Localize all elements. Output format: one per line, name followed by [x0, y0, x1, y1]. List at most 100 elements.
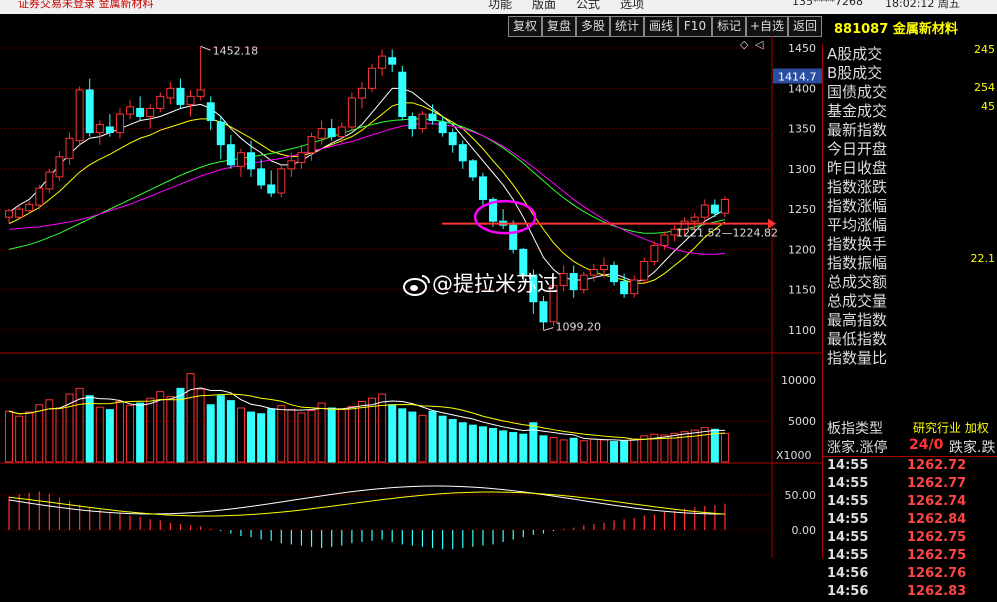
high-pointer	[200, 45, 211, 51]
draw-line-button[interactable]: 画线	[644, 16, 678, 37]
candle-body	[458, 144, 467, 162]
volume-bar	[700, 427, 709, 463]
candle-body	[700, 204, 709, 218]
candle-body	[236, 152, 245, 167]
candle-body	[115, 113, 124, 134]
tick-row: 14:55 1262.77	[827, 476, 997, 494]
candle-body	[206, 102, 215, 122]
volume-axis-label: 10000	[781, 374, 816, 387]
price-axis-label: 1200	[788, 243, 816, 256]
candle-body	[660, 234, 669, 246]
decline-label: 跌家.跌	[949, 440, 996, 456]
diamond-icon: ◇	[740, 38, 749, 51]
candle-body	[559, 273, 568, 287]
volume-bar	[317, 402, 326, 463]
volume-bar	[126, 405, 135, 463]
candle-body	[388, 57, 397, 65]
candle-body	[579, 274, 588, 291]
stat-label: 指数涨跌	[827, 178, 888, 196]
candle-body	[196, 89, 205, 97]
stat-row: 指数量比	[827, 347, 997, 367]
price-axis-label: 1250	[788, 203, 816, 216]
menu-function[interactable]: 功能	[488, 0, 512, 12]
volume-bar	[307, 409, 316, 463]
volume-bar	[35, 404, 44, 463]
candle-body	[317, 128, 326, 139]
candle-body	[5, 210, 14, 218]
candle-body	[156, 95, 165, 109]
stat-row: 指数换手	[827, 233, 997, 253]
candle-body	[347, 97, 356, 128]
candle-body	[720, 198, 729, 214]
tick-time: 14:55	[827, 548, 869, 563]
sector-type[interactable]: 研究行业 加权	[913, 419, 989, 436]
candle-body	[287, 160, 296, 170]
candle-body	[438, 121, 447, 134]
volume-bar	[166, 396, 175, 463]
candle-body	[136, 107, 145, 118]
stat-label: 指数量比	[827, 349, 888, 367]
candle-body	[95, 124, 104, 134]
volume-bar	[95, 406, 104, 463]
stat-row: 最高指数	[827, 309, 997, 329]
candle-body	[408, 116, 417, 130]
candle-body	[599, 264, 608, 271]
volume-bar	[206, 404, 215, 463]
f10-button[interactable]: F10	[678, 16, 712, 37]
back-button[interactable]: 返回	[788, 16, 822, 37]
macd-dea-line	[8, 491, 725, 517]
volume-bar	[186, 373, 195, 463]
candle-body	[468, 160, 477, 178]
volume-bar	[610, 441, 619, 463]
tick-time: 14:55	[827, 530, 869, 545]
menu-formula[interactable]: 公式	[576, 0, 600, 12]
volume-bar	[55, 407, 64, 463]
volume-bar	[216, 395, 225, 463]
volume-bar	[499, 430, 508, 463]
volume-bar	[277, 405, 286, 463]
stat-value: 254	[974, 81, 995, 94]
tick-row: 14:56 1262.76	[827, 566, 997, 584]
candle-body	[166, 87, 175, 99]
multi-stock-button[interactable]: 多股	[576, 16, 610, 37]
volume-bar	[458, 422, 467, 463]
tick-time: 14:55	[827, 476, 869, 491]
candle-body	[378, 55, 387, 69]
statistics-button[interactable]: 统计	[610, 16, 644, 37]
volume-bar	[236, 407, 245, 463]
add-watchlist-button[interactable]: +自选	[746, 16, 788, 37]
candle-body	[569, 273, 578, 291]
volume-bar	[569, 437, 578, 463]
candle-body	[478, 176, 487, 200]
low-label: 1099.20	[555, 321, 601, 334]
candle-body	[45, 171, 54, 190]
volume-bar	[226, 400, 235, 463]
stat-row: 最低指数	[827, 328, 997, 348]
candle-body	[398, 71, 407, 118]
advance-value: 24/0	[909, 437, 944, 453]
stat-row: 指数涨幅	[827, 195, 997, 215]
menu-layout[interactable]: 版面	[532, 0, 556, 12]
mark-button[interactable]: 标记	[712, 16, 746, 37]
volume-bar	[136, 402, 145, 463]
tick-row: 14:55 1262.74	[827, 494, 997, 512]
volume-bar	[418, 414, 427, 463]
candle-body	[509, 224, 518, 250]
volume-bar	[630, 438, 639, 463]
restore-rights-button[interactable]: 复权	[508, 16, 542, 37]
candle-body	[418, 113, 427, 130]
collapse-icon: ◁	[755, 38, 764, 51]
tick-time: 14:56	[827, 566, 869, 581]
candle-body	[610, 264, 619, 283]
candle-body	[539, 301, 548, 323]
info-panel: A股成交 245 B股成交 国债成交 254 基金成交 45 最新指数 今日开盘 昨日收盘 指数涨跌…	[822, 43, 997, 599]
volume-bar	[287, 409, 296, 463]
tick-time: 14:56	[827, 584, 869, 599]
menu-options[interactable]: 选项	[620, 0, 644, 12]
candle-body	[186, 95, 195, 105]
volume-bar	[327, 407, 336, 463]
volume-bar	[529, 422, 538, 463]
replay-button[interactable]: 复盘	[542, 16, 576, 37]
stat-label: 最高指数	[827, 311, 888, 329]
candle-body	[216, 121, 225, 146]
